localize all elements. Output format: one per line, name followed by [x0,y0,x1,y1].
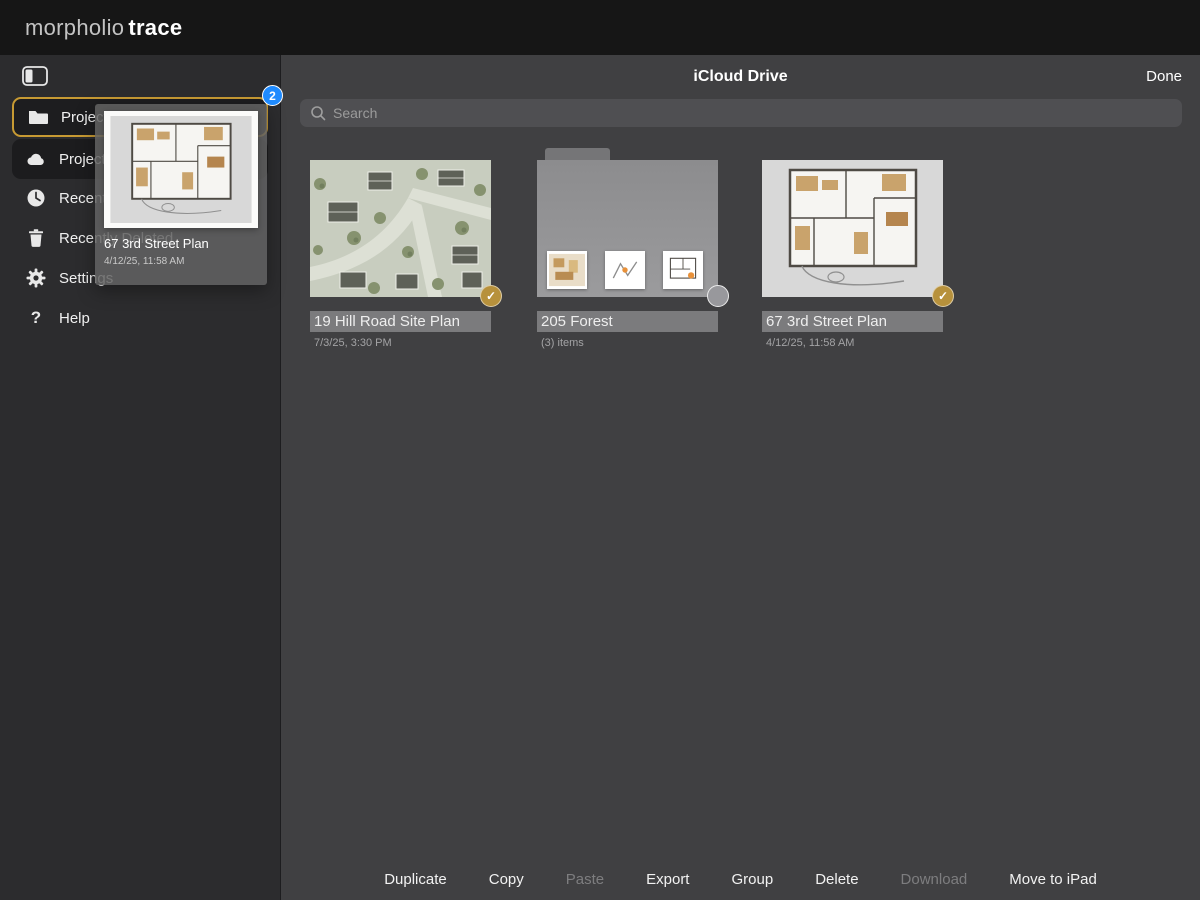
folder-mini-thumbnail [605,251,645,289]
duplicate-button[interactable]: Duplicate [384,871,447,888]
brand-light: morpholio [25,15,124,40]
download-button: Download [901,871,968,888]
search-bar[interactable] [300,99,1182,127]
file-browser-panel: iCloud Drive Done ✓ 19 Hill Road Site Pl… [281,55,1200,900]
app-logo: morpholiotrace [25,0,182,55]
sidebar-toggle-button[interactable] [22,65,48,87]
drag-preview-title: 67 3rd Street Plan [104,236,209,251]
bottom-action-toolbar: Duplicate Copy Paste Export Group Delete… [281,871,1200,888]
folder-item-count: (3) items [537,337,718,349]
drag-preview-date: 4/12/25, 11:58 AM [104,256,184,267]
sidebar: Projects On My iPad Projects On iCloud R… [0,55,281,900]
brand-bold: trace [128,15,182,40]
drag-preview-thumbnail [104,111,258,228]
question-icon: ? [26,308,46,328]
check-icon: ✓ [486,289,496,303]
file-date: 4/12/25, 11:58 AM [762,337,943,349]
top-bar: morpholiotrace [0,0,1200,55]
folder-thumbnail [537,160,718,297]
folder-icon [28,107,48,127]
sidebar-item-help[interactable]: ? Help [12,298,268,338]
selected-checkmark[interactable]: ✓ [480,285,502,307]
move-to-ipad-button[interactable]: Move to iPad [1009,871,1097,888]
clock-icon [26,188,46,208]
search-icon [310,105,326,121]
file-card-19-hill-road[interactable]: ✓ 19 Hill Road Site Plan 7/3/25, 3:30 PM [310,160,491,349]
sidebar-toggle-icon [22,65,48,87]
drag-count-badge: 2 [262,85,283,106]
folder-mini-thumbnail [547,251,587,289]
folder-body [537,160,718,297]
file-name: 19 Hill Road Site Plan [310,311,491,332]
folder-mini-thumbnail [663,251,703,289]
panel-title: iCloud Drive [281,68,1200,86]
gear-icon [26,268,46,288]
export-button[interactable]: Export [646,871,689,888]
drag-preview[interactable]: 67 3rd Street Plan 4/12/25, 11:58 AM 2 [95,104,267,285]
app-window: morpholiotrace Projects On My iPad Proje… [0,0,1200,900]
copy-button[interactable]: Copy [489,871,524,888]
done-button[interactable]: Done [1146,68,1182,85]
sidebar-item-label: Help [59,310,90,327]
search-input[interactable] [333,105,1172,121]
folder-card-205-forest[interactable]: 205 Forest (3) items [537,160,718,349]
file-thumbnail: ✓ [310,160,491,297]
cloud-icon [26,149,46,169]
trash-icon [26,228,46,248]
selected-checkmark[interactable]: ✓ [932,285,954,307]
paste-button: Paste [566,871,604,888]
file-card-67-3rd-street[interactable]: ✓ 67 3rd Street Plan 4/12/25, 11:58 AM [762,160,943,349]
folder-name: 205 Forest [537,311,718,332]
check-icon: ✓ [938,289,948,303]
file-thumbnail: ✓ [762,160,943,297]
file-name: 67 3rd Street Plan [762,311,943,332]
delete-button[interactable]: Delete [815,871,858,888]
group-button[interactable]: Group [731,871,773,888]
file-date: 7/3/25, 3:30 PM [310,337,491,349]
unselected-circle[interactable] [707,285,729,307]
